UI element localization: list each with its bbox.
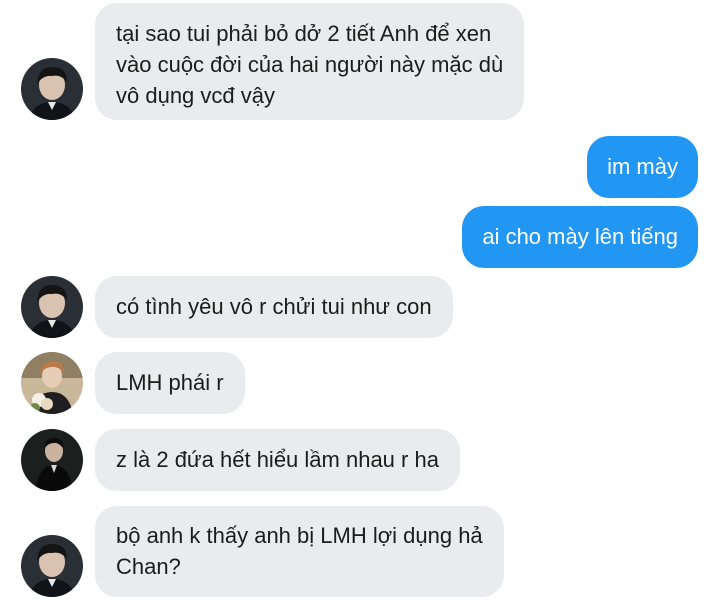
outgoing-message[interactable]: ai cho mày lên tiếng [462, 206, 698, 268]
message-text: Chan? [116, 554, 181, 579]
message-text: vào cuộc đời của hai người này mặc dù [116, 52, 504, 77]
message-text: z là 2 đứa hết hiểu lầm nhau r ha [116, 447, 439, 472]
incoming-message[interactable]: tại sao tui phải bỏ dở 2 tiết Anh để xen… [95, 3, 525, 120]
chat-thread: tại sao tui phải bỏ dở 2 tiết Anh để xen… [0, 0, 720, 603]
outgoing-message[interactable]: im mày [587, 136, 698, 198]
message-text: ai cho mày lên tiếng [482, 224, 678, 249]
message-text: tại sao tui phải bỏ dở 2 tiết Anh để xen [116, 21, 492, 46]
incoming-message[interactable]: LMH phái r [95, 352, 245, 414]
avatar-boy-dark-hair[interactable] [21, 58, 83, 120]
message-text: bộ anh k thấy anh bị LMH lợi dụng hả [116, 523, 483, 548]
incoming-message[interactable]: z là 2 đứa hết hiểu lầm nhau r ha [95, 429, 460, 491]
message-text: có tình yêu vô r chửi tui như con [116, 294, 432, 319]
message-text: LMH phái r [116, 370, 224, 395]
avatar-boy-dark-hair[interactable] [21, 535, 83, 597]
incoming-message[interactable]: có tình yêu vô r chửi tui như con [95, 276, 453, 338]
avatar-boy-flowers[interactable] [21, 352, 83, 414]
avatar-boy-dark-suit[interactable] [21, 429, 83, 491]
message-text: vô dụng vcđ vậy [116, 83, 275, 108]
incoming-message[interactable]: bộ anh k thấy anh bị LMH lợi dụng hả Cha… [95, 506, 504, 597]
message-text: im mày [607, 154, 678, 179]
avatar-boy-dark-hair[interactable] [21, 276, 83, 338]
